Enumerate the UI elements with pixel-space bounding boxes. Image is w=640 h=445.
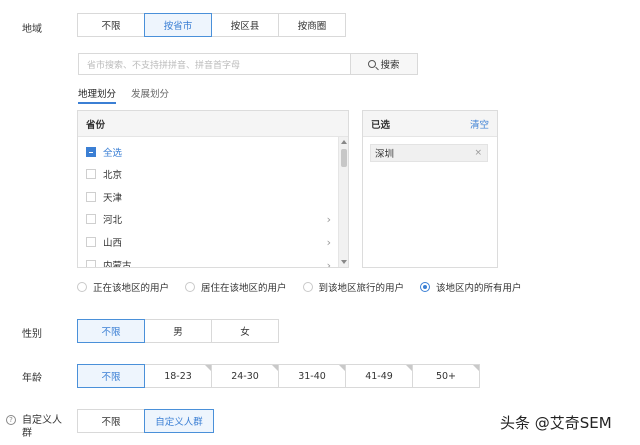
radio-traveling-users[interactable]: 到该地区旅行的用户	[302, 280, 405, 294]
radio-button[interactable]	[302, 282, 313, 292]
radio-all-users[interactable]: 该地区内的所有用户	[420, 280, 522, 294]
gender-label: 性别	[22, 329, 42, 340]
region-option-by-province[interactable]: 按省市	[144, 13, 212, 37]
chevron-right-icon[interactable]: ›	[327, 213, 331, 226]
clear-button[interactable]: 清空	[470, 117, 489, 131]
region-option-by-district[interactable]: 按区县	[211, 13, 279, 37]
custom-audience-option-unlimited[interactable]: 不限	[77, 409, 145, 433]
province-item-inner-mongolia[interactable]: 内蒙古 ›	[86, 258, 331, 267]
region-options: 不限 按省市 按区县 按商圈	[77, 13, 346, 37]
region-label: 地域	[22, 24, 42, 35]
close-icon[interactable]: ×	[474, 148, 482, 158]
radio-button[interactable]	[420, 282, 431, 292]
province-panel-header: 省份	[78, 111, 348, 137]
radio-current-users[interactable]: 正在该地区的用户	[77, 280, 169, 294]
user-type-radio-group: 正在该地区的用户 居住在该地区的用户 到该地区旅行的用户 该地区内的所有用户	[77, 280, 522, 294]
province-checkbox[interactable]	[86, 237, 96, 247]
tab-geographic[interactable]: 地理划分	[78, 86, 117, 104]
scroll-up-icon[interactable]	[341, 140, 347, 144]
chevron-right-icon[interactable]: ›	[327, 259, 331, 268]
search-button-label: 搜索	[380, 60, 400, 71]
radio-resident-users[interactable]: 居住在该地区的用户	[185, 280, 287, 294]
radio-label: 到该地区旅行的用户	[318, 283, 405, 294]
province-checkbox[interactable]	[86, 260, 96, 267]
age-option-label: 31-40	[298, 370, 326, 382]
province-item-label: 内蒙古	[103, 261, 132, 267]
province-item-clip: 内蒙古 ›	[78, 256, 337, 267]
age-option-24-30[interactable]: 24-30	[211, 364, 279, 388]
age-option-label: 18-23	[164, 370, 192, 382]
scroll-thumb[interactable]	[341, 149, 347, 167]
province-item-label: 河北	[103, 215, 123, 226]
chevron-right-icon[interactable]: ›	[327, 236, 331, 249]
age-option-50-plus[interactable]: 50+	[412, 364, 480, 388]
search-icon	[368, 60, 377, 68]
selected-panel-title: 已选	[371, 119, 391, 131]
custom-audience-label: 自定义人群	[22, 415, 62, 439]
region-option-unlimited[interactable]: 不限	[77, 13, 145, 37]
province-item-beijing[interactable]: 北京	[86, 167, 331, 181]
watermark: 头条 @艾奇SEM	[500, 414, 612, 432]
age-option-label: 41-49	[365, 370, 393, 382]
province-checkbox[interactable]	[86, 169, 96, 179]
gender-options: 不限 男 女	[77, 319, 279, 343]
age-option-41-49[interactable]: 41-49	[345, 364, 413, 388]
select-all-checkbox[interactable]	[86, 147, 96, 157]
province-item-label: 全选	[103, 148, 123, 159]
gender-option-unlimited[interactable]: 不限	[77, 319, 145, 343]
selected-tag-label: 深圳	[375, 149, 395, 160]
gender-option-female[interactable]: 女	[211, 319, 279, 343]
province-item-label: 北京	[103, 170, 123, 181]
selected-panel: 已选 清空	[362, 110, 498, 268]
province-scrollbar[interactable]	[338, 137, 348, 267]
age-option-label: 50+	[435, 370, 457, 382]
custom-audience-options: 不限 自定义人群	[77, 409, 214, 433]
age-option-label: 24-30	[231, 370, 259, 382]
province-item-shanxi[interactable]: 山西 ›	[86, 235, 331, 249]
radio-button[interactable]	[185, 282, 196, 292]
age-options: 不限 18-23 24-30 31-40 41-49 50+	[77, 364, 480, 388]
selected-panel-header: 已选 清空	[363, 111, 497, 137]
corner-marker-icon	[473, 365, 479, 371]
custom-audience-option-custom[interactable]: 自定义人群	[144, 409, 214, 433]
age-label: 年龄	[22, 373, 42, 384]
radio-label: 正在该地区的用户	[93, 283, 170, 294]
age-option-31-40[interactable]: 31-40	[278, 364, 346, 388]
province-item-hebei[interactable]: 河北 ›	[86, 212, 331, 226]
region-search-input[interactable]: 省市搜索、不支持拼拼音、拼音首字母	[78, 53, 350, 75]
region-option-by-business-area[interactable]: 按商圈	[278, 13, 346, 37]
province-checkbox[interactable]	[86, 214, 96, 224]
province-item-select-all[interactable]: 全选	[86, 145, 331, 159]
region-search-button[interactable]: 搜索	[350, 53, 418, 75]
province-item-label: 山西	[103, 238, 123, 249]
gender-option-male[interactable]: 男	[144, 319, 212, 343]
radio-button[interactable]	[77, 282, 87, 292]
province-item-tianjin[interactable]: 天津	[86, 190, 331, 204]
selected-tag: 深圳 ×	[370, 144, 488, 162]
help-icon[interactable]: ?	[6, 415, 16, 425]
province-item-label: 天津	[103, 193, 123, 204]
province-checkbox[interactable]	[86, 192, 96, 202]
scroll-down-icon[interactable]	[341, 260, 347, 264]
radio-label: 该地区内的所有用户	[436, 283, 522, 294]
age-option-18-23[interactable]: 18-23	[144, 364, 212, 388]
radio-label: 居住在该地区的用户	[201, 283, 287, 294]
age-option-unlimited[interactable]: 不限	[77, 364, 145, 388]
tab-development[interactable]: 发展划分	[131, 86, 169, 100]
